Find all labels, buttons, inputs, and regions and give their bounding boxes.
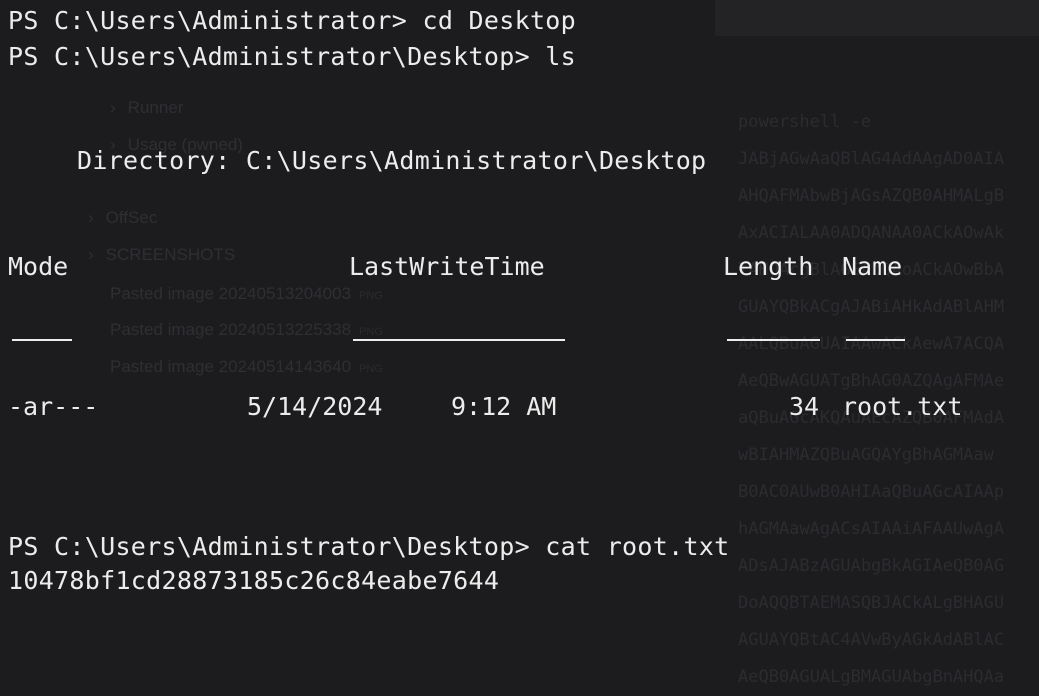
bg-file-name: Pasted image 20240513204003	[110, 284, 352, 303]
chevron-right-icon: ›	[88, 208, 94, 227]
bg-code-line: AxACIALAA0ADQANAA0ACkAOwAk	[738, 223, 1005, 243]
row-name: root.txt	[842, 392, 963, 421]
bg-code-line: AHQAFMAbwBjAGsAZQB0AHMALgB	[738, 186, 1005, 206]
row-time: 9:12 AM	[451, 392, 557, 421]
bg-tree-item: › SCREENSHOTS	[88, 245, 235, 265]
header-underline-name	[846, 339, 905, 341]
bg-code-line: GUAYQBkACgAJABiAHkAdABlAHM	[738, 297, 1005, 317]
bg-file-ext: PNG	[359, 326, 383, 338]
prompt-ls: PS C:\Users\Administrator\Desktop> ls	[8, 42, 576, 71]
bg-tree-label: OffSec	[105, 208, 158, 227]
prompt-cat-root: PS C:\Users\Administrator\Desktop> cat r…	[8, 532, 730, 561]
chevron-right-icon: ›	[88, 245, 94, 264]
bg-tree-item: › OffSec	[88, 208, 157, 228]
bg-code-line: DoAQQBTAEMASQBJACkALgBHAGU	[738, 593, 1005, 613]
prompt-cd-desktop: PS C:\Users\Administrator> cd Desktop	[8, 6, 576, 35]
bg-tree-label: SCREENSHOTS	[105, 245, 236, 264]
directory-label: Directory: C:\Users\Administrator\Deskto…	[77, 146, 707, 175]
background-panel-header	[715, 0, 1039, 36]
bg-code-line: hAGMAawAgACsAIAAiAFAAUwAgA	[738, 519, 1005, 539]
bg-code-line: B0AC0AUwB0AHIAaQBuAGcAIAAp	[738, 482, 1005, 502]
bg-code-line: AeQB0AGUALgBMAGUAbgBnAHQAa	[738, 667, 1005, 687]
row-date: 5/14/2024	[247, 392, 383, 421]
bg-code-line: AGUAYQBtAC4AVwByAGkAdABlAC	[738, 630, 1005, 650]
bg-code-line: wBIAHMAZQBuAGQAYgBhAGMAaw	[738, 445, 994, 465]
bg-file-ext: PNG	[359, 290, 383, 302]
header-underline-length	[727, 339, 820, 341]
bg-code-line: JABjAGwAaQBlAG4AdAAgAD0AIA	[738, 149, 1005, 169]
header-last-write-time: LastWriteTime	[349, 252, 545, 281]
bg-code-line: ADsAJABzAGUAbgBkAGIAeQB0AG	[738, 556, 1005, 576]
bg-file-item: Pasted image 20240514143640 PNG	[110, 357, 383, 377]
header-underline-mode	[12, 339, 72, 341]
bg-file-item: Pasted image 20240513225338 PNG	[110, 320, 383, 340]
bg-file-item: Pasted image 20240513204003 PNG	[110, 284, 383, 304]
command-output: 10478bf1cd28873185c26c84eabe7644	[8, 566, 500, 595]
bg-file-name: Pasted image 20240514143640	[110, 357, 352, 376]
header-mode: Mode	[8, 252, 69, 281]
header-length: Length	[723, 252, 814, 281]
row-mode: -ar---	[8, 392, 99, 421]
bg-code-line: AALQBuAGUAIAAwACkAewA7ACQA	[738, 334, 1005, 354]
header-name: Name	[842, 252, 903, 281]
bg-file-name: Pasted image 20240513225338	[110, 320, 352, 339]
bg-file-ext: PNG	[359, 363, 383, 375]
bg-code-line: powershell -e	[738, 112, 872, 132]
bg-tree-label: Runner	[127, 98, 184, 117]
header-underline-last-write-time	[353, 339, 565, 341]
chevron-right-icon: ›	[110, 98, 116, 117]
row-length: 34	[789, 392, 820, 421]
bg-tree-item: › Runner	[110, 98, 183, 118]
